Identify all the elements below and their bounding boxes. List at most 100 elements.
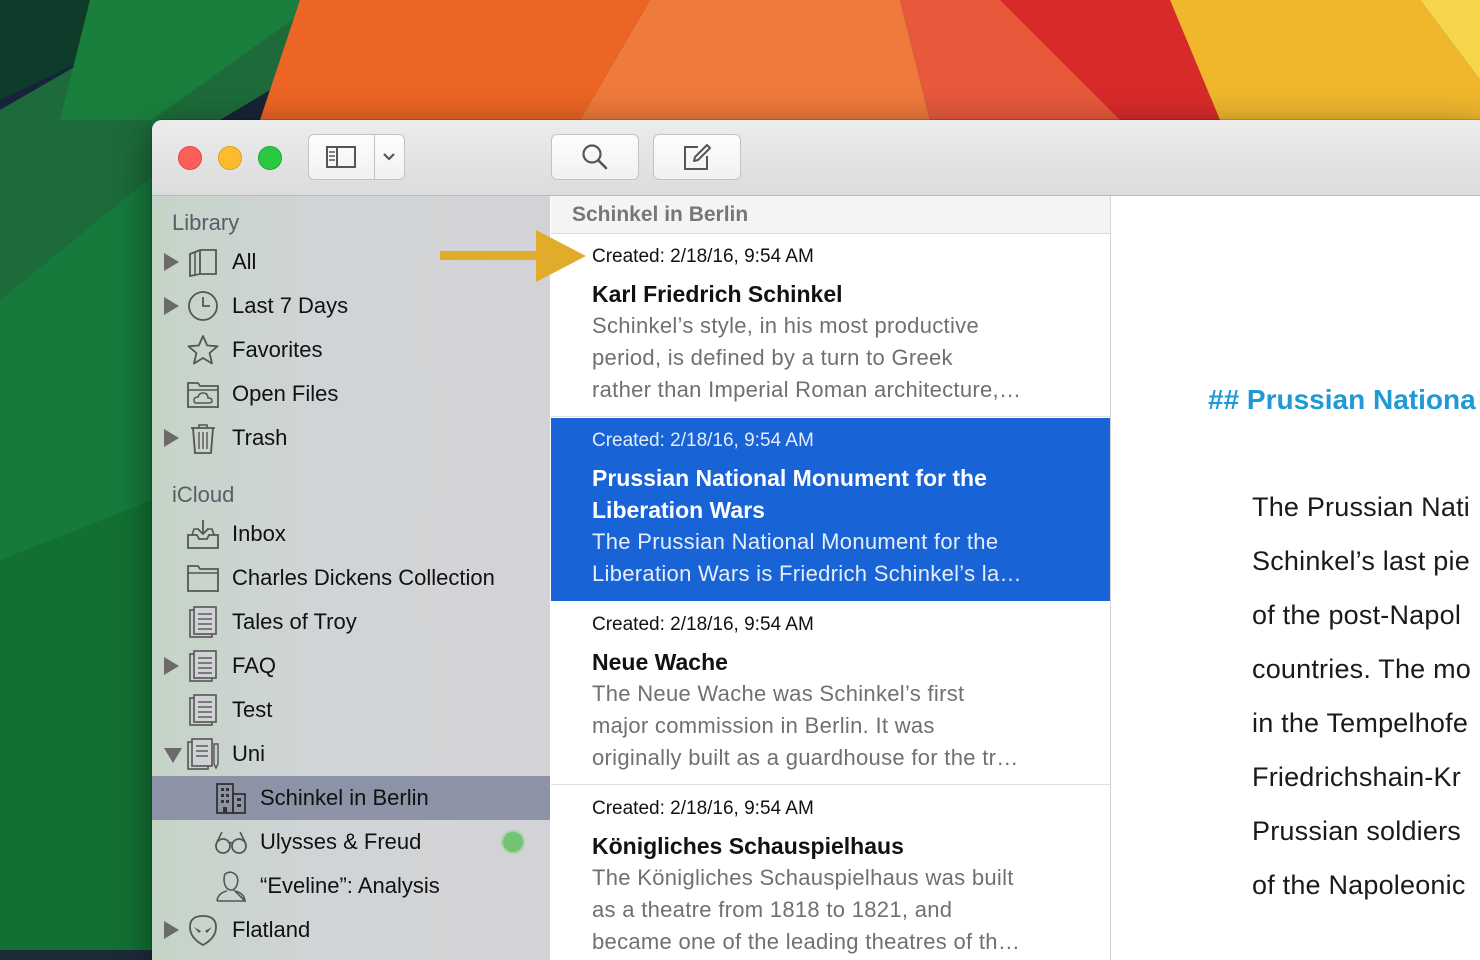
editor-text-line[interactable]: Schinkel’s last pie	[1252, 546, 1470, 577]
sheet-title: Liberation Wars	[592, 497, 765, 523]
sheet-item-prussian-national-monument[interactable]: Created: 2/18/16, 9:54 AM Prussian Natio…	[551, 418, 1110, 601]
sidebar-item-label: FAQ	[232, 653, 277, 678]
sidebar-item-label: “Eveline”: Analysis	[260, 873, 440, 898]
folder-icon	[187, 565, 219, 592]
sheet-excerpt-line: originally built as a guardhouse for the…	[592, 745, 1019, 770]
compose-icon	[684, 144, 711, 170]
sheet-created-date: Created: 2/18/16, 9:54 AM	[592, 430, 814, 451]
close-window-button[interactable]	[178, 146, 202, 170]
editor-text-line[interactable]: The Prussian Nati	[1252, 492, 1470, 523]
sheet-title: Prussian National Monument for the	[592, 465, 987, 491]
sidebar-item-flatland[interactable]: Flatland	[152, 908, 550, 952]
folder-cloud-icon	[187, 382, 219, 408]
sheet-excerpt-line: The Neue Wache was Schinkel’s first	[592, 681, 965, 706]
app-window: Library All Last 7 Days Favorites Open F…	[152, 120, 1480, 960]
editor-pane[interactable]: ## Prussian Nationa The Prussian Nati Sc…	[1111, 196, 1480, 960]
sidebar-item-favorites[interactable]: Favorites	[152, 328, 550, 372]
sheet-excerpt-line: became one of the leading theatres of th…	[592, 929, 1021, 954]
star-icon	[187, 335, 219, 365]
sidebar-item-label: Inbox	[232, 521, 286, 546]
sidebar-item-charles-dickens-collection[interactable]: Charles Dickens Collection	[152, 556, 550, 600]
editor-text-line[interactable]: Prussian soldiers	[1252, 816, 1461, 847]
minimize-window-button[interactable]	[218, 146, 242, 170]
sheet-title: Königliches Schauspielhaus	[592, 833, 904, 859]
books-icon	[189, 249, 217, 278]
sheet-title: Karl Friedrich Schinkel	[592, 281, 843, 307]
sheet-list: Schinkel in Berlin Created: 2/18/16, 9:5…	[551, 196, 1111, 960]
sidebar-item-faq[interactable]: FAQ	[152, 644, 550, 688]
sheet-item-karl-friedrich-schinkel[interactable]: Created: 2/18/16, 9:54 AM Karl Friedrich…	[551, 234, 1110, 417]
sidebar-item-uni[interactable]: Uni	[152, 732, 550, 776]
sidebar-item-label: Uni	[232, 741, 266, 766]
disclosure-triangle-icon[interactable]	[164, 921, 179, 939]
view-options-dropdown[interactable]	[375, 135, 404, 179]
sheet-created-date: Created: 2/18/16, 9:54 AM	[592, 246, 814, 267]
sync-status-dot	[501, 830, 525, 854]
sidebar-icon	[326, 146, 357, 168]
sidebar-item-last-7-days[interactable]: Last 7 Days	[152, 284, 550, 328]
sidebar-item-inbox[interactable]: Inbox	[152, 512, 550, 556]
sidebar-view-control	[308, 134, 405, 180]
sidebar-item-tales-of-troy[interactable]: Tales of Troy	[152, 600, 550, 644]
sheet-item-konigliches-schauspielhaus[interactable]: Created: 2/18/16, 9:54 AM Königliches Sc…	[551, 786, 1110, 960]
glasses-icon	[215, 831, 247, 854]
icloud-heading: iCloud	[172, 482, 235, 507]
sidebar-item-open-files[interactable]: Open Files	[152, 372, 550, 416]
search-button[interactable]	[551, 134, 639, 180]
disclosure-triangle-icon[interactable]	[164, 657, 179, 675]
sidebar-item-trash[interactable]: Trash	[152, 416, 550, 460]
document-stack-pencil-icon	[187, 738, 219, 770]
group-title: Schinkel in Berlin	[572, 203, 749, 226]
editor-text-line[interactable]: countries. The mo	[1252, 654, 1471, 685]
disclosure-triangle-expanded-icon[interactable]	[164, 748, 182, 763]
sidebar-item-label: Flatland	[232, 917, 311, 942]
sheet-excerpt-line: Liberation Wars is Friedrich Schinkel’s …	[592, 561, 1022, 586]
disclosure-triangle-icon[interactable]	[164, 253, 179, 271]
sidebar-item-eveline-analysis[interactable]: “Eveline”: Analysis	[152, 864, 550, 908]
sidebar-item-label: Tales of Troy	[232, 609, 357, 634]
document-stack-icon	[189, 650, 217, 682]
sheet-excerpt-line: Schinkel’s style, in his most productive	[592, 313, 979, 338]
sheet-item-neue-wache[interactable]: Created: 2/18/16, 9:54 AM Neue Wache The…	[551, 602, 1110, 785]
sidebar-item-label: All	[232, 249, 257, 274]
editor-heading[interactable]: ## Prussian Nationa	[1208, 384, 1476, 416]
editor-text-line[interactable]: Friedrichshain-Kr	[1252, 762, 1461, 793]
sheet-excerpt-line: The Prussian National Monument for the	[592, 529, 999, 554]
sheet-excerpt-line: period, is defined by a turn to Greek	[592, 345, 953, 370]
alien-icon	[189, 915, 217, 946]
sheet-excerpt-line: rather than Imperial Roman architecture,…	[592, 377, 1022, 402]
sheet-title: Neue Wache	[592, 649, 728, 675]
disclosure-triangle-icon[interactable]	[164, 429, 179, 447]
sidebar-item-label: Open Files	[232, 381, 339, 406]
person-icon	[216, 871, 246, 902]
building-icon	[216, 783, 246, 814]
sidebar-item-test[interactable]: Test	[152, 688, 550, 732]
document-stack-icon	[189, 606, 217, 638]
sheet-excerpt-line: The Königliches Schauspielhaus was built	[592, 865, 1014, 890]
sheet-created-date: Created: 2/18/16, 9:54 AM	[592, 614, 814, 635]
search-icon	[582, 144, 608, 170]
sidebar-item-label: Test	[232, 697, 273, 722]
chevron-down-icon	[383, 153, 396, 161]
sidebar-toggle-button[interactable]	[309, 135, 375, 179]
sidebar-item-label: Favorites	[232, 337, 323, 362]
clock-icon	[188, 291, 218, 321]
editor-text-line[interactable]: of the Napoleonic	[1252, 870, 1466, 901]
disclosure-triangle-icon[interactable]	[164, 297, 179, 315]
annotation-arrow-icon	[440, 230, 586, 282]
library-heading: Library	[172, 210, 240, 235]
library-sidebar: Library All Last 7 Days Favorites Open F…	[152, 196, 550, 960]
new-sheet-button[interactable]	[653, 134, 741, 180]
sidebar-item-label: Charles Dickens Collection	[232, 565, 495, 590]
sidebar-item-ulysses-freud[interactable]: Ulysses & Freud	[152, 820, 550, 864]
sidebar-item-schinkel-in-berlin[interactable]: Schinkel in Berlin	[152, 776, 550, 820]
editor-text-line[interactable]: of the post-Napol	[1252, 600, 1461, 631]
sheet-excerpt-line: major commission in Berlin. It was	[592, 713, 935, 738]
editor-text-line[interactable]: in the Tempelhofe	[1252, 708, 1468, 739]
toolbar	[152, 120, 1480, 196]
zoom-window-button[interactable]	[258, 146, 282, 170]
sheet-created-date: Created: 2/18/16, 9:54 AM	[592, 798, 814, 819]
trash-icon	[191, 424, 215, 454]
sheet-list-header: Schinkel in Berlin	[551, 196, 1110, 234]
inbox-icon	[187, 520, 219, 549]
